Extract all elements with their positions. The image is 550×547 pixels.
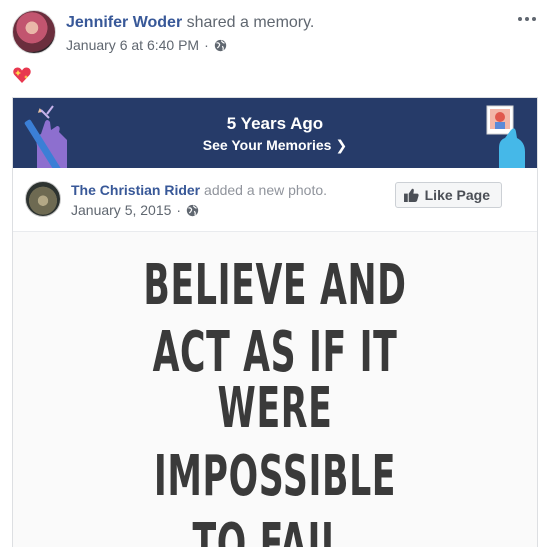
globe-icon[interactable] xyxy=(214,39,227,52)
author-name-link[interactable]: Jennifer Woder xyxy=(66,14,182,31)
shared-post-meta: January 5, 2015 · xyxy=(71,202,199,218)
post-header: Jennifer Woder shared a memory. January … xyxy=(12,10,538,56)
quote-line-1: BELIEVE AND xyxy=(143,253,407,318)
chevron-right-icon: ❯ xyxy=(335,137,348,153)
meta-separator: · xyxy=(176,202,182,218)
shared-post-author-line: The Christian Rider added a new photo. xyxy=(71,182,327,198)
ellipsis-icon xyxy=(518,17,522,21)
shared-post-date[interactable]: January 5, 2015 xyxy=(71,202,171,218)
thumbs-up-icon xyxy=(403,188,419,202)
see-your-memories-link[interactable]: See Your Memories ❯ xyxy=(13,137,537,154)
memory-card: 5 Years Ago See Your Memories ❯ The Chris… xyxy=(12,97,538,547)
page-name-link[interactable]: The Christian Rider xyxy=(71,182,200,198)
quote-image[interactable]: BELIEVE AND ACT AS IF IT WERE IMPOSSIBLE… xyxy=(13,232,537,547)
post-action-text: shared a memory. xyxy=(186,14,315,31)
memories-banner: 5 Years Ago See Your Memories ❯ xyxy=(13,98,537,168)
sparkling-heart-icon xyxy=(13,67,31,83)
author-avatar[interactable] xyxy=(12,10,56,54)
page-avatar[interactable] xyxy=(25,181,61,217)
see-your-memories-label: See Your Memories xyxy=(202,137,332,153)
quote-line-3: IMPOSSIBLE xyxy=(153,444,397,509)
meta-separator: · xyxy=(204,37,209,53)
memory-banner-title: 5 Years Ago xyxy=(226,114,324,133)
post-meta: January 6 at 6:40 PM · xyxy=(66,37,227,53)
like-page-button[interactable]: Like Page xyxy=(394,182,502,208)
like-page-label: Like Page xyxy=(424,187,490,203)
shared-post-action-text: added a new photo. xyxy=(204,182,328,198)
quote-line-4: TO FAIL. xyxy=(192,512,358,547)
shared-post-header: The Christian Rider added a new photo. J… xyxy=(13,168,537,232)
hand-holding-pencil-icon xyxy=(24,105,67,168)
more-options-button[interactable] xyxy=(516,12,538,26)
globe-icon[interactable] xyxy=(186,204,199,217)
hand-holding-photo-icon xyxy=(486,105,525,168)
post-timestamp[interactable]: January 6 at 6:40 PM xyxy=(66,37,199,53)
quote-line-2: ACT AS IF IT WERE xyxy=(152,320,398,441)
author-line: Jennifer Woder shared a memory. xyxy=(66,14,314,32)
